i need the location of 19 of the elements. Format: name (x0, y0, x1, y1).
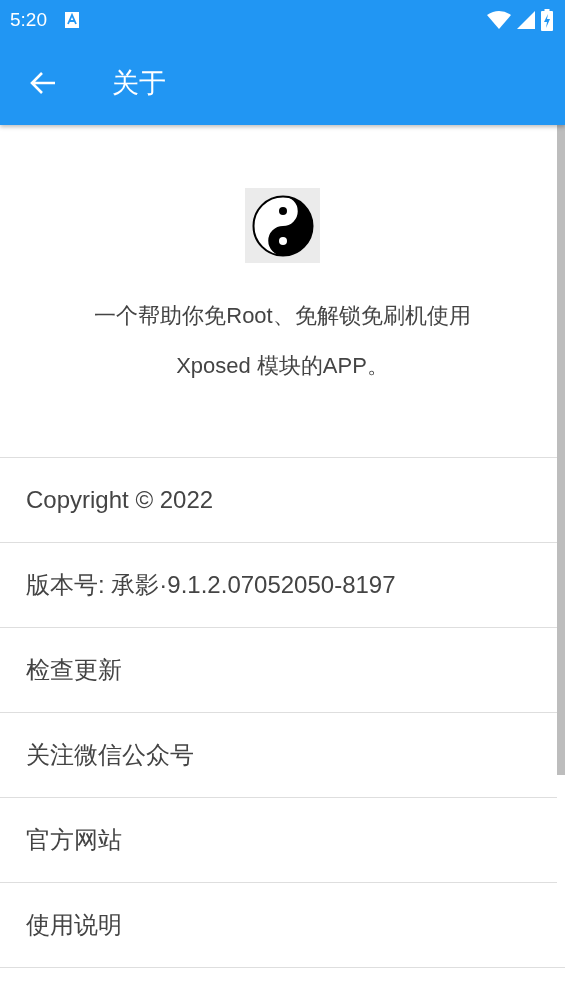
menu-row[interactable]: 关注微信公众号 (0, 712, 557, 797)
menu-label: 官方网站 (26, 825, 122, 855)
menu-row[interactable]: 使用说明 (0, 882, 557, 967)
yin-yang-icon (251, 194, 314, 257)
menu-label: Copyright © 2022 (26, 486, 214, 514)
back-arrow-icon (30, 70, 56, 95)
app-description: Xposed 模块的APP。 (176, 352, 389, 380)
menu-label: 关注微信公众号 (26, 740, 194, 770)
menu-row[interactable]: 官方网站 (0, 797, 557, 882)
menu-label: 版本号: 承影·9.1.2.07052050-8197 (26, 570, 396, 600)
menu-label: 使用说明 (26, 910, 122, 940)
battery-icon (541, 9, 553, 31)
wifi-icon (487, 11, 511, 29)
menu-label: 检查更新 (26, 655, 122, 685)
app-description: 一个帮助你免Root、免解锁免刷机使用 (94, 302, 471, 330)
page-title: 关于 (112, 66, 166, 100)
signal-icon (517, 11, 535, 29)
keyboard-icon (65, 12, 79, 28)
status-time: 5:20 (10, 9, 47, 31)
